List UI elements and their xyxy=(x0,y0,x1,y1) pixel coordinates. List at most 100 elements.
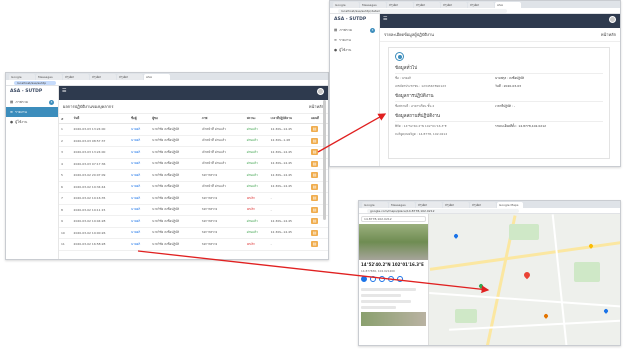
browser-tab[interactable]: สรุปผล xyxy=(468,2,494,8)
map-icon[interactable]: ▤ xyxy=(311,229,319,236)
sidebar-item-label: ผู้ใช้งาน xyxy=(15,120,28,124)
browser-tab[interactable]: Google xyxy=(362,202,388,208)
map-cell[interactable]: ▤ xyxy=(309,227,328,239)
browser-tab[interactable]: Google xyxy=(9,74,35,80)
table-row[interactable]: 4 2020-03-03 07:17:36 นายอภิ นายวิชัย ลงชื่… xyxy=(59,158,328,170)
menu-icon[interactable]: ☰ xyxy=(62,89,66,94)
browser-tab-active[interactable]: ASA xyxy=(144,74,170,80)
browser-tab[interactable]: สรุปผล xyxy=(470,202,496,208)
map-icon[interactable]: ▤ xyxy=(311,149,319,156)
photo-thumbnail[interactable] xyxy=(361,312,426,326)
map-place-pin[interactable] xyxy=(478,283,484,289)
map-place-pin[interactable] xyxy=(453,233,459,239)
send-icon[interactable] xyxy=(388,276,394,282)
browser-tab[interactable]: Messages xyxy=(389,202,415,208)
table-cell[interactable]: นายอภิ xyxy=(129,192,151,205)
table-cell[interactable]: นายอภิ xyxy=(129,158,151,170)
map-icon[interactable]: ▤ xyxy=(311,206,319,213)
table-row[interactable]: 6 2020-03-02 19:34:44 นายอภิ นายวิชัย ลงชื่… xyxy=(59,181,328,193)
street-photo[interactable] xyxy=(359,224,428,260)
table-row[interactable]: 5 2020-03-02 20:07:09 นายอภิ นายวิชัย ลงชื่… xyxy=(59,169,328,182)
browser-tab[interactable]: Messages xyxy=(36,74,62,80)
sidebar-item-report[interactable]: ≡ รายงาน xyxy=(330,35,379,45)
table-cell: นายวิชัย ลงชื่อปฏิบัติ xyxy=(150,192,200,205)
table-row[interactable]: 8 2020-03-02 19:11:15 นายอภิ นายวิชัย ลงชื่… xyxy=(59,204,328,216)
table-row[interactable]: 3 2020-03-03 13:24:00 นายอภิ นายวิชัย ลงชื่… xyxy=(59,146,328,159)
map-icon[interactable]: ▤ xyxy=(311,241,319,248)
url-field[interactable]: localhost/asa/sutdp xyxy=(14,80,56,85)
table-cell[interactable]: นายอภิ xyxy=(129,123,151,136)
avatar[interactable] xyxy=(317,88,324,95)
map-cell[interactable]: ▤ xyxy=(309,238,328,251)
browser-tab[interactable]: Messages xyxy=(360,2,386,8)
table-row[interactable]: 1 2020-03-03 13:24:00 นายอภิ นายวิชัย ลงชื่… xyxy=(59,123,328,136)
scrollbar[interactable] xyxy=(323,100,326,220)
table-row[interactable]: 2 2020-03-03 08:57:37 นายอภิ นายวิชัย ลงชื่… xyxy=(59,135,328,147)
table-cell[interactable]: นายอภิ xyxy=(129,227,151,239)
browser-tab[interactable]: สรุปผล xyxy=(441,2,467,8)
table-cell: รอการตรวจ xyxy=(199,192,245,205)
table-cell[interactable]: นายอภิ xyxy=(129,135,151,147)
app-brand[interactable]: ASA - SUTDP xyxy=(330,14,379,25)
section-location-title: ข้อมูลสถานที่ปฏิบัติงาน xyxy=(395,114,440,119)
browser-tab[interactable]: สรุปผล xyxy=(63,74,89,80)
search-input[interactable]: 14.8778,102.0212 xyxy=(361,216,426,222)
browser-tab[interactable]: สรุปผล xyxy=(90,74,116,80)
browser-tab-active[interactable]: ASA xyxy=(495,2,521,8)
map-icon[interactable]: ▤ xyxy=(311,137,319,144)
url-field[interactable]: google.com/maps/place/14.8778,102.0212 xyxy=(367,208,519,213)
breadcrumb[interactable]: หน้าหลัก xyxy=(309,103,324,110)
app-brand[interactable]: ASA - SUTDP xyxy=(6,86,58,97)
info-row: พิกัด : 14°52'40.2"N 102°01'16.3"E รายละ… xyxy=(395,124,603,129)
table-cell[interactable]: นายอภิ xyxy=(129,204,151,216)
browser-tab[interactable]: Google xyxy=(333,2,359,8)
table-row[interactable]: 7 2020-03-02 19:16:35 นายอภิ นายวิชัย ลงชื่… xyxy=(59,192,328,205)
map-icon[interactable]: ▤ xyxy=(311,218,319,225)
browser-tab[interactable]: สรุปผล xyxy=(414,2,440,8)
sidebar-item-users[interactable]: ● ผู้ใช้งาน xyxy=(330,45,379,55)
table-row[interactable]: 10 2020-03-02 19:00:26 นายอภิ นายวิชัย ลงชื… xyxy=(59,227,328,239)
breadcrumb[interactable]: หน้าหลัก xyxy=(601,31,616,38)
browser-tab-active[interactable]: Google Maps xyxy=(497,202,523,208)
divider xyxy=(395,73,603,74)
table-row[interactable]: 9 2020-03-02 19:04:28 นายอภิ นายวิชัย ลงชื่… xyxy=(59,215,328,228)
menu-icon[interactable]: ☰ xyxy=(383,17,387,22)
browser-tab[interactable]: สรุปผล xyxy=(416,202,442,208)
map-icon[interactable]: ▤ xyxy=(311,172,319,179)
location-pin-icon[interactable] xyxy=(522,270,532,280)
table-cell[interactable]: นายอภิ xyxy=(129,215,151,228)
table-cell[interactable]: นายอภิ xyxy=(129,169,151,182)
map-icon[interactable]: ▤ xyxy=(311,160,319,167)
sidebar-item-overview[interactable]: ▦ ภาพรวม 3 xyxy=(6,97,58,107)
table-cell[interactable]: นายอภิ xyxy=(129,181,151,193)
save-icon[interactable] xyxy=(370,276,376,282)
map-icon[interactable]: ▤ xyxy=(311,126,319,133)
table-cell: นายวิชัย ลงชื่อปฏิบัติ xyxy=(150,215,200,228)
table-cell[interactable]: นายอภิ xyxy=(129,238,151,251)
sidebar-item-users[interactable]: ● ผู้ใช้งาน xyxy=(6,117,58,127)
sidebar-item-overview[interactable]: ▦ ภาพรวม 3 xyxy=(330,25,379,35)
table-cell: 2020-03-03 13:24:00 xyxy=(71,146,130,159)
table-header-row: # วันที่ ชื่อผู้ ผู้ขอ ภาพ สถานะ เวลาที่… xyxy=(59,114,328,124)
table-cell: 2020-03-03 07:17:36 xyxy=(71,158,130,170)
page-title: รายละเอียดข้อมูลผู้ปฏิบัติงาน xyxy=(384,32,434,37)
table-cell: นายวิชัย ลงชื่อปฏิบัติ xyxy=(150,146,200,159)
table-row[interactable]: 11 2020-03-02 16:58:28 นายอภิ นายวิชัย ลงชื… xyxy=(59,238,328,251)
map-place-pin[interactable] xyxy=(603,308,609,314)
sidebar-item-report[interactable]: ≡ รายงาน xyxy=(6,107,58,117)
browser-tab[interactable]: สรุปผล xyxy=(387,2,413,8)
map-icon[interactable]: ▤ xyxy=(311,183,319,190)
map-icon[interactable]: ▤ xyxy=(311,195,319,202)
directions-icon[interactable] xyxy=(361,276,367,282)
map-place-pin[interactable] xyxy=(543,313,549,319)
table-cell: 12.30น.-14.45 xyxy=(268,158,310,170)
table-cell[interactable]: นายอภิ xyxy=(129,146,151,159)
browser-tab[interactable]: สรุปผล xyxy=(443,202,469,208)
page-title-bar: รายละเอียดข้อมูลผู้ปฏิบัติงาน หน้าหลัก xyxy=(380,28,620,42)
browser-tab[interactable]: สรุปผล xyxy=(117,74,143,80)
url-field[interactable]: localhost/asa/sutdp/detail xyxy=(338,8,508,13)
table-cell: รอการตรวจ xyxy=(199,238,245,251)
share-icon[interactable] xyxy=(397,276,403,282)
avatar[interactable] xyxy=(609,16,616,23)
nearby-icon[interactable] xyxy=(379,276,385,282)
